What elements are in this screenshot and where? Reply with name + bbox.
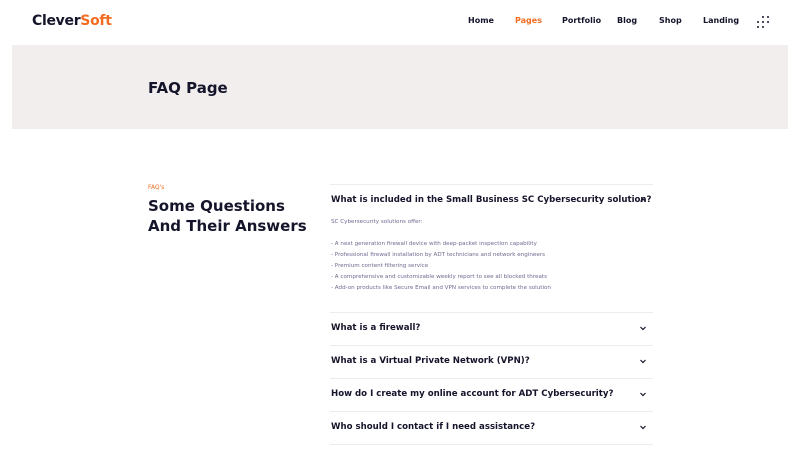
faq-item: What is a firewall? bbox=[330, 312, 653, 345]
faq-heading-line-1: Some Questions bbox=[148, 197, 285, 215]
faq-question: What is included in the Small Business S… bbox=[331, 195, 652, 205]
chevron-up-icon[interactable] bbox=[639, 196, 647, 204]
faq-question: How do I create my online account for AD… bbox=[331, 389, 614, 399]
chevron-down-icon[interactable] bbox=[639, 324, 647, 332]
nav-item-pages[interactable]: Pages bbox=[515, 16, 542, 25]
faq-answer-bullet: - Professional firewall installation by … bbox=[331, 252, 546, 258]
faq-question-toggle[interactable]: What is a Virtual Private Network (VPN)? bbox=[330, 346, 653, 378]
faq-answer: SC Cybersecurity solutions offer: - A ne… bbox=[330, 217, 653, 312]
page-hero: FAQ Page bbox=[12, 45, 788, 129]
faq-answer-bullet: - A next generation firewall device with… bbox=[331, 241, 537, 247]
faq-question-toggle[interactable]: What is a firewall? bbox=[330, 313, 653, 345]
faq-item: What is included in the Small Business S… bbox=[330, 184, 653, 312]
main-nav: Home Pages Portfolio Blog Shop Landing bbox=[0, 16, 800, 30]
chevron-down-icon[interactable] bbox=[639, 423, 647, 431]
grid-dots-icon[interactable] bbox=[757, 16, 769, 28]
faq-question-toggle[interactable]: What is included in the Small Business S… bbox=[330, 185, 653, 217]
nav-item-portfolio[interactable]: Portfolio bbox=[562, 16, 601, 25]
site-header: CleverSoft Home Pages Portfolio Blog Sho… bbox=[0, 0, 800, 44]
nav-item-home[interactable]: Home bbox=[468, 16, 494, 25]
faq-heading-line-2: And Their Answers bbox=[148, 217, 307, 235]
faq-question-toggle[interactable]: How do I create my online account for AD… bbox=[330, 379, 653, 411]
faq-eyebrow: FAQ's bbox=[148, 184, 165, 191]
faq-item: How do I create my online account for AD… bbox=[330, 378, 653, 411]
page-title: FAQ Page bbox=[148, 79, 228, 97]
faq-question: What is a Virtual Private Network (VPN)? bbox=[331, 356, 530, 366]
nav-item-landing[interactable]: Landing bbox=[703, 16, 739, 25]
faq-item: What is a Virtual Private Network (VPN)? bbox=[330, 345, 653, 378]
nav-item-shop[interactable]: Shop bbox=[659, 16, 682, 25]
faq-heading: Some Questions And Their Answers bbox=[148, 196, 318, 236]
nav-item-blog[interactable]: Blog bbox=[617, 16, 637, 25]
faq-answer-bullet: - A comprehensive and customizable weekl… bbox=[331, 274, 547, 280]
faq-item: Who should I contact if I need assistanc… bbox=[330, 411, 653, 445]
chevron-down-icon[interactable] bbox=[639, 357, 647, 365]
chevron-down-icon[interactable] bbox=[639, 390, 647, 398]
faq-question: What is a firewall? bbox=[331, 323, 421, 333]
faq-answer-bullet: - Premium content filtering service bbox=[331, 263, 429, 269]
faq-question-toggle[interactable]: Who should I contact if I need assistanc… bbox=[330, 412, 653, 444]
faq-answer-bullet: - Add-on products like Secure Email and … bbox=[331, 285, 551, 291]
faq-answer-intro: SC Cybersecurity solutions offer: bbox=[331, 219, 423, 225]
faq-question: Who should I contact if I need assistanc… bbox=[331, 422, 536, 432]
faq-accordion: What is included in the Small Business S… bbox=[330, 184, 653, 445]
